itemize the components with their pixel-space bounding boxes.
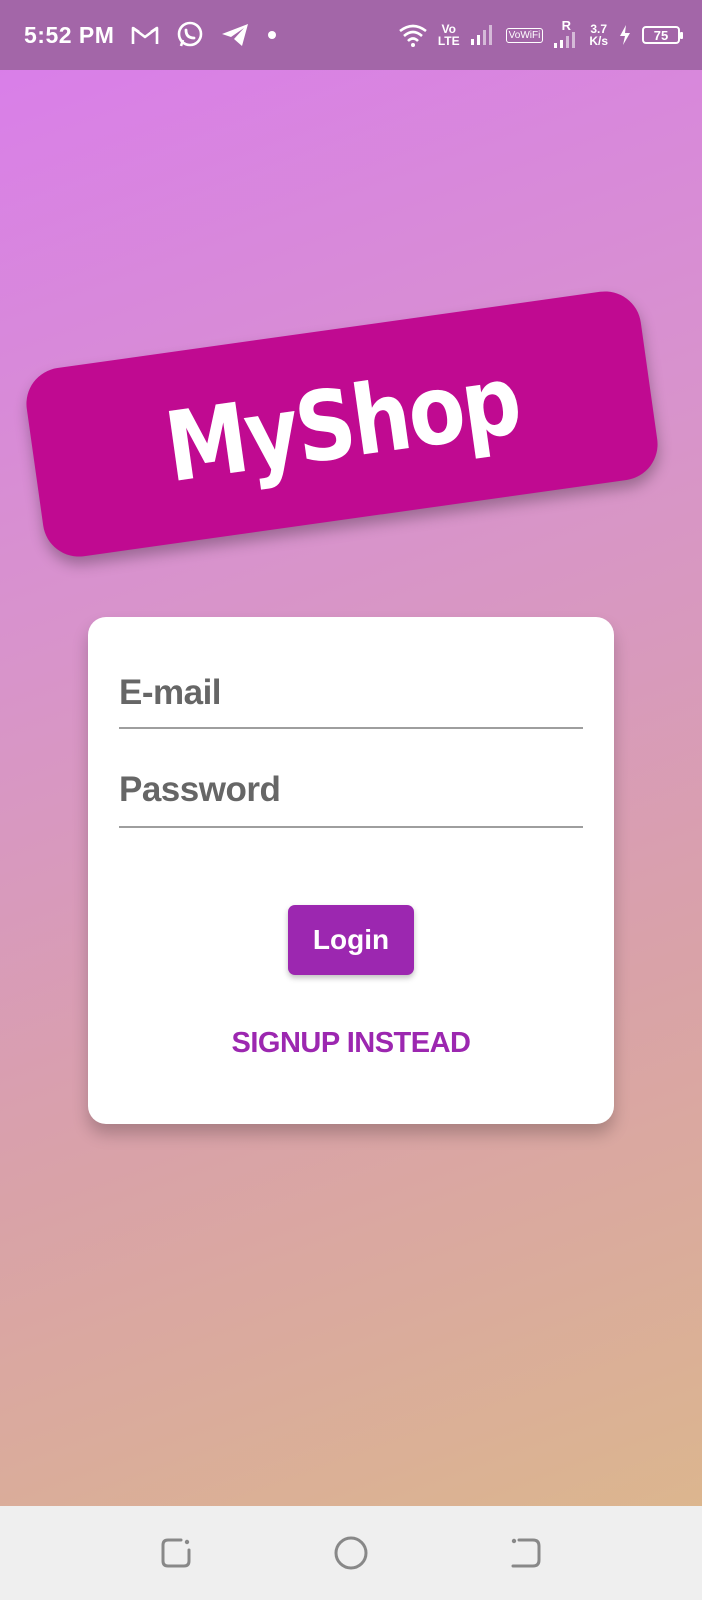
- logo-banner: MyShop: [21, 286, 663, 562]
- password-field-container: [119, 762, 583, 828]
- telegram-icon: [220, 22, 250, 48]
- signal-icon-2: [554, 32, 576, 48]
- roaming-label: R: [561, 18, 571, 33]
- battery-icon: 75: [642, 26, 683, 44]
- network-bottom: LTE: [437, 34, 460, 48]
- home-icon[interactable]: [331, 1533, 371, 1573]
- charging-icon: [618, 24, 632, 46]
- speed-bottom: K/s: [589, 34, 608, 48]
- whatsapp-icon: [176, 21, 204, 49]
- email-field[interactable]: [119, 665, 583, 721]
- status-bar: 5:52 PM Vo LTE VoWiFi R 3.7 K/s 75: [0, 0, 702, 70]
- notification-dot-icon: [266, 29, 278, 41]
- network-type: Vo LTE: [438, 23, 460, 47]
- battery-level: 75: [653, 27, 669, 43]
- navigation-bar: [0, 1506, 702, 1600]
- email-field-container: [119, 665, 583, 729]
- password-field[interactable]: [119, 762, 583, 818]
- vowifi-badge: VoWiFi: [505, 27, 544, 43]
- app-logo-text: MyShop: [158, 343, 526, 505]
- login-button[interactable]: Login: [288, 905, 414, 975]
- back-icon[interactable]: [506, 1533, 546, 1573]
- recent-apps-icon[interactable]: [156, 1533, 196, 1573]
- status-left: 5:52 PM: [24, 0, 278, 70]
- roaming-signal: R: [553, 18, 579, 50]
- signup-instead-button[interactable]: SIGNUP INSTEAD: [88, 1027, 614, 1060]
- status-time: 5:52 PM: [24, 21, 115, 48]
- status-right: Vo LTE VoWiFi R 3.7 K/s 75: [398, 0, 683, 70]
- signal-icon: [470, 24, 496, 46]
- auth-card: Login SIGNUP INSTEAD: [88, 617, 614, 1124]
- wifi-icon: [398, 23, 428, 47]
- gmail-icon: [130, 23, 160, 47]
- network-speed: 3.7 K/s: [589, 23, 608, 47]
